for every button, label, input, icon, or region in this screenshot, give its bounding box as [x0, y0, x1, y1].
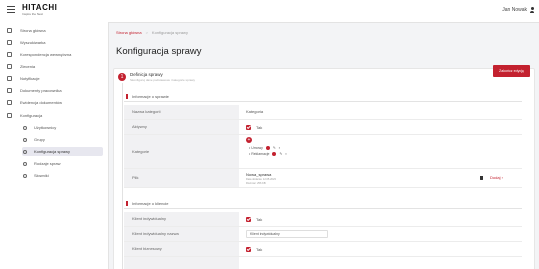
sidebar-subitem-users[interactable]: Użytkownicy [22, 123, 103, 132]
row-individual-client: Klient indywidualny Tak [124, 212, 522, 227]
sidebar-item-document-registry[interactable]: Ewidencja dokumentów [5, 98, 103, 107]
trash-icon[interactable] [480, 176, 483, 180]
row-active: Aktywny Tak [124, 120, 522, 135]
breadcrumb: Strona główna > Konfiguracja sprawy [116, 30, 188, 35]
settings-icon [23, 149, 27, 154]
business-client-value: Tak [256, 247, 263, 252]
person-document-icon [7, 88, 12, 93]
file-info: Nowa_sprawa Data dodania: 12.05.2023 Roz… [246, 169, 516, 187]
categories-tree: + • Umowy ✎ ▪ • Reklamacje ✎ ▪ [246, 135, 446, 168]
row-business-client: Klient biznesowy Tak [124, 242, 522, 257]
sidebar-item-search[interactable]: Wyszukiwarka [5, 38, 103, 47]
section-client-info: Informacje o kliencie [124, 199, 522, 209]
active-value: Tak [256, 125, 263, 130]
business-client-checkbox[interactable] [246, 246, 251, 252]
documents-icon [7, 100, 12, 105]
group-icon [23, 137, 27, 142]
delete-icon[interactable]: ▪ [285, 152, 286, 157]
row-label: Klient indywidualny nazwa [124, 227, 239, 241]
home-icon [7, 28, 12, 33]
file-size: Rozmiar: 256 KB [246, 181, 266, 185]
category-item[interactable]: • Reklamacje ✎ ▪ [249, 152, 287, 157]
remove-icon[interactable] [265, 146, 270, 151]
menu-icon[interactable] [7, 6, 15, 14]
category-name-value[interactable]: Kategoria [246, 105, 263, 119]
clipboard-icon [7, 64, 12, 69]
sidebar-subitem-groups[interactable]: Grupy [22, 135, 103, 144]
finish-editing-button[interactable]: Zakończ edycję [493, 65, 530, 77]
bell-icon [7, 76, 12, 81]
step-description: Skonfiguruj dane podstawowe i kategorie … [130, 78, 196, 82]
logo-tagline: Inspire the Next [22, 12, 44, 16]
row-label [124, 257, 239, 269]
row-partial [124, 257, 522, 269]
file-name[interactable]: Nowa_sprawa [246, 172, 271, 177]
client-name-field: Klient indywidualny [246, 227, 336, 241]
row-label: Kategorie [124, 135, 239, 168]
active-checkbox[interactable] [246, 124, 251, 130]
breadcrumb-current: Konfiguracja sprawy [151, 30, 188, 35]
row-file: Plik Nowa_sprawa Data dodania: 12.05.202… [124, 169, 522, 188]
gear-icon [7, 113, 12, 118]
row-label: Klient biznesowy [124, 242, 239, 256]
row-label: Klient indywidualny [124, 212, 239, 226]
category-item[interactable]: • Umowy ✎ ▪ [249, 146, 280, 151]
sidebar-item-notifications[interactable]: Notyfikacje [5, 74, 103, 83]
search-icon [7, 40, 12, 45]
row-label: Aktywny [124, 120, 239, 134]
sidebar-item-configuration[interactable]: Konfiguracja [5, 111, 103, 120]
sidebar: Strona główna Wyszukiwarka Korespondencj… [0, 22, 109, 269]
row-label: Nazwa kategorii [124, 105, 239, 119]
edit-icon[interactable]: ✎ [273, 146, 276, 151]
edit-icon[interactable]: ✎ [279, 152, 282, 157]
sidebar-item-orders[interactable]: Zlecenia [5, 62, 103, 71]
breadcrumb-separator: > [145, 30, 148, 35]
user-icon[interactable] [530, 7, 534, 13]
configuration-card: 1 Definicja sprawy Skonfiguruj dane pods… [113, 65, 535, 269]
section-case-info: Informacje o sprawie [124, 92, 522, 102]
sidebar-item-home[interactable]: Strona główna [5, 26, 103, 35]
breadcrumb-home[interactable]: Strona główna [116, 30, 142, 35]
individual-client-value: Tak [256, 217, 263, 222]
delete-icon[interactable]: ▪ [279, 146, 280, 151]
logo[interactable]: HITACHI Inspire the Next [22, 4, 82, 18]
main-content: Strona główna > Konfiguracja sprawy Konfig… [109, 22, 539, 269]
app-window: HITACHI Inspire the Next Jan Nowak Stron… [0, 0, 539, 269]
users-icon [23, 125, 27, 130]
row-label: Plik [124, 169, 239, 187]
individual-client-checkbox[interactable] [246, 216, 251, 222]
sidebar-item-correspondence[interactable]: Korespondencja wewnętrzna [5, 50, 103, 59]
sidebar-subitem-dictionaries[interactable]: Słowniki [22, 171, 103, 180]
sidebar-subitem-case-types[interactable]: Rodzaje spraw [22, 159, 103, 168]
row-individual-client-name: Klient indywidualny nazwa Klient indywid… [124, 227, 522, 242]
page-title: Konfiguracja sprawy [116, 46, 202, 57]
client-name-input[interactable]: Klient indywidualny [246, 230, 328, 238]
row-categories: Kategorie + • Umowy ✎ ▪ • Reklamacje ✎ ▪ [124, 135, 522, 169]
sidebar-subitem-case-config[interactable]: Konfiguracja sprawy [22, 147, 103, 156]
mail-icon [7, 52, 12, 57]
type-icon [23, 161, 27, 166]
remove-icon[interactable] [272, 152, 277, 157]
add-category-icon[interactable]: + [246, 137, 252, 143]
step-title: Definicja sprawy [130, 72, 163, 77]
step-number: 1 [118, 73, 126, 81]
add-file-button[interactable]: Dodaj › [490, 174, 503, 181]
row-category-name: Nazwa kategorii Kategoria [124, 105, 522, 120]
sidebar-item-employee-docs[interactable]: Dokumenty pracownika [5, 86, 103, 95]
step-connector [121, 83, 123, 269]
user-name[interactable]: Jan Nowak [502, 7, 527, 13]
top-bar: HITACHI Inspire the Next Jan Nowak [0, 0, 539, 23]
book-icon [23, 173, 27, 178]
logo-text: HITACHI [22, 3, 58, 12]
